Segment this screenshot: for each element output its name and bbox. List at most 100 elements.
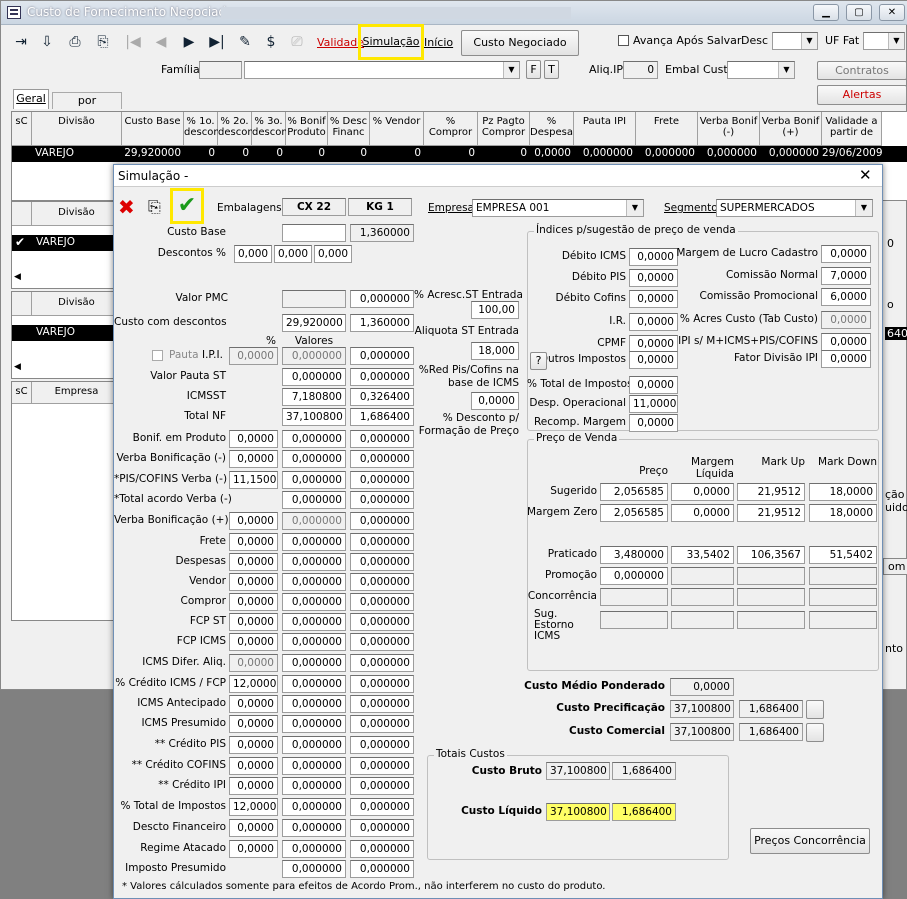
row-pct-input[interactable]: 0,0000 — [229, 512, 278, 530]
grid-header-cell[interactable]: Pauta IPI — [574, 112, 636, 146]
row-value-1[interactable]: 0,000000 — [282, 633, 346, 651]
row-value-1[interactable]: 0,000000 — [282, 757, 346, 775]
row-value-2[interactable]: 0,000000 — [350, 430, 414, 448]
preco-value[interactable]: 18,0000 — [809, 504, 877, 522]
row-value-2[interactable]: 0,000000 — [350, 777, 414, 795]
index-value[interactable]: 0,0000 — [629, 376, 678, 394]
preco-value[interactable]: 0,000000 — [600, 567, 668, 585]
download-icon[interactable]: ⇩ — [35, 30, 59, 56]
precos-concorrencia-button[interactable]: Preços Concorrência — [750, 828, 870, 854]
row-value-1[interactable]: 0,000000 — [282, 860, 346, 878]
index-value[interactable]: 0,0000 — [629, 414, 678, 432]
preco-value[interactable] — [600, 588, 668, 606]
custo-com-button[interactable] — [806, 723, 824, 742]
chevron-down-icon[interactable]: ▼ — [855, 200, 872, 216]
row-value-1[interactable]: 0,000000 — [282, 777, 346, 795]
index-value[interactable]: 0,0000 — [821, 350, 871, 368]
row-value-2[interactable]: 0,000000 — [350, 613, 414, 631]
first-icon[interactable]: |◀ — [121, 30, 145, 56]
scroll-left-icon[interactable]: ◀ — [14, 362, 21, 372]
chevron-down-icon[interactable]: ▼ — [626, 200, 643, 216]
login-icon[interactable]: ⇥ — [9, 30, 33, 56]
preco-value[interactable] — [671, 611, 734, 629]
row-value-2[interactable]: 1,686400 — [350, 408, 414, 426]
cancel-icon[interactable]: ✖ — [118, 197, 135, 217]
preco-value[interactable]: 33,5402 — [671, 546, 734, 564]
index-value[interactable]: 0,0000 — [821, 245, 871, 263]
custo-desc-input-1[interactable]: 29,920000 — [282, 314, 346, 332]
grid-header-cell[interactable]: % 1o. desconto — [184, 112, 230, 146]
desconto-1-input[interactable]: 0,000 — [234, 245, 272, 263]
custo-desc-input-2[interactable]: 1,360000 — [350, 314, 414, 332]
row-pct-input[interactable]: 0,0000 — [229, 553, 278, 571]
row-value-2[interactable]: 0,000000 — [350, 654, 414, 672]
row-value-2[interactable]: 0,000000 — [350, 533, 414, 551]
row-value-2[interactable]: 0,000000 — [350, 757, 414, 775]
preco-value[interactable] — [737, 567, 805, 585]
row-value-1[interactable]: 0,000000 — [282, 695, 346, 713]
row-pct-input[interactable]: 12,0000 — [229, 675, 278, 693]
preco-value[interactable]: 51,5402 — [809, 546, 877, 564]
grid-header-cell[interactable]: Divisão — [32, 112, 122, 146]
uf-fat-select[interactable]: ▼ — [863, 32, 905, 50]
simulacao-button[interactable]: Simulação — [358, 24, 424, 60]
row-value-2[interactable]: 0,000000 — [350, 736, 414, 754]
row-value-1[interactable]: 0,000000 — [282, 430, 346, 448]
minimize-button[interactable]: ▁ — [813, 4, 839, 21]
row-value-1[interactable]: 0,000000 — [282, 819, 346, 837]
row-value-1[interactable]: 0,000000 — [282, 533, 346, 551]
inicio-link[interactable]: Início — [424, 36, 453, 49]
row-value-1[interactable]: 37,100800 — [282, 408, 346, 426]
grid-header-cell[interactable]: % Despesa — [530, 112, 574, 146]
copy-icon[interactable]: ⎘ — [91, 30, 115, 56]
confirm-icon[interactable]: ✔ — [170, 188, 204, 224]
row-value-2[interactable]: 0,000000 — [350, 471, 414, 489]
help-button[interactable]: ? — [530, 352, 547, 370]
row-pct-input[interactable]: 0,0000 — [229, 840, 278, 858]
row-pct-input[interactable]: 12,0000 — [229, 798, 278, 816]
row-value-1[interactable]: 0,000000 — [282, 654, 346, 672]
custo-base-input-1[interactable] — [282, 224, 346, 242]
index-value[interactable]: 6,0000 — [821, 288, 871, 306]
row-pct-input[interactable]: 0,0000 — [229, 736, 278, 754]
maximize-button[interactable]: ▢ — [846, 4, 872, 21]
desconto-3-input[interactable]: 0,000 — [314, 245, 352, 263]
last-icon[interactable]: ▶| — [205, 30, 229, 56]
custo-negociado-button[interactable]: Custo Negociado — [461, 30, 579, 56]
embal-custo-select[interactable]: ▼ — [727, 61, 795, 79]
aliq-st-input[interactable]: 18,000 — [471, 342, 519, 360]
price-icon[interactable]: $ — [259, 30, 283, 56]
close-icon[interactable]: ✕ — [859, 166, 872, 184]
row-pct-input[interactable]: 0,0000 — [229, 695, 278, 713]
index-value[interactable]: 0,0000 — [821, 311, 871, 329]
avanca-checkbox[interactable] — [618, 35, 629, 46]
pauta-checkbox[interactable] — [152, 350, 163, 361]
index-value[interactable]: 0,0000 — [629, 269, 678, 287]
preco-value[interactable] — [600, 611, 668, 629]
row-value-2[interactable]: 0,000000 — [350, 368, 414, 386]
row-value-2[interactable]: 0,000000 — [350, 491, 414, 509]
print-icon[interactable]: ⎙ — [63, 30, 87, 56]
disabled-tool-icon[interactable]: ⎚ — [285, 30, 309, 56]
row-pct-input[interactable]: 0,0000 — [229, 533, 278, 551]
familia-code-input[interactable] — [199, 61, 242, 79]
row-value-1[interactable]: 0,000000 — [282, 736, 346, 754]
row-value-1[interactable]: 0,000000 — [282, 613, 346, 631]
row-value-2[interactable]: 0,326400 — [350, 388, 414, 406]
row-value-2[interactable]: 0,000000 — [350, 553, 414, 571]
row-value-2[interactable]: 0,000000 — [350, 450, 414, 468]
grid-header-cell[interactable]: Pz Pagto Compror — [478, 112, 530, 146]
index-value[interactable]: 0,0000 — [821, 333, 871, 351]
row-pct-input[interactable]: 11,1500 — [229, 471, 278, 489]
table-row[interactable]: VAREJO 29,920000 0 0 0 0 0 0 0 0 0,0000 0,000000 0,0… — [12, 146, 907, 162]
next-icon[interactable]: ▶ — [177, 30, 201, 56]
row-pct-input[interactable]: 0,0000 — [229, 573, 278, 591]
row-value-1[interactable]: 7,180800 — [282, 388, 346, 406]
t-button[interactable]: T — [544, 60, 559, 79]
row-pct-input[interactable]: 0,0000 — [229, 450, 278, 468]
tab-geral[interactable]: Geral — [13, 89, 49, 109]
grid-header-cell[interactable]: Custo Base — [122, 112, 184, 146]
preco-value[interactable] — [809, 588, 877, 606]
row-value-1[interactable]: 0,000000 — [282, 450, 346, 468]
grid-header-cell[interactable]: % 2o. desconto — [218, 112, 264, 146]
